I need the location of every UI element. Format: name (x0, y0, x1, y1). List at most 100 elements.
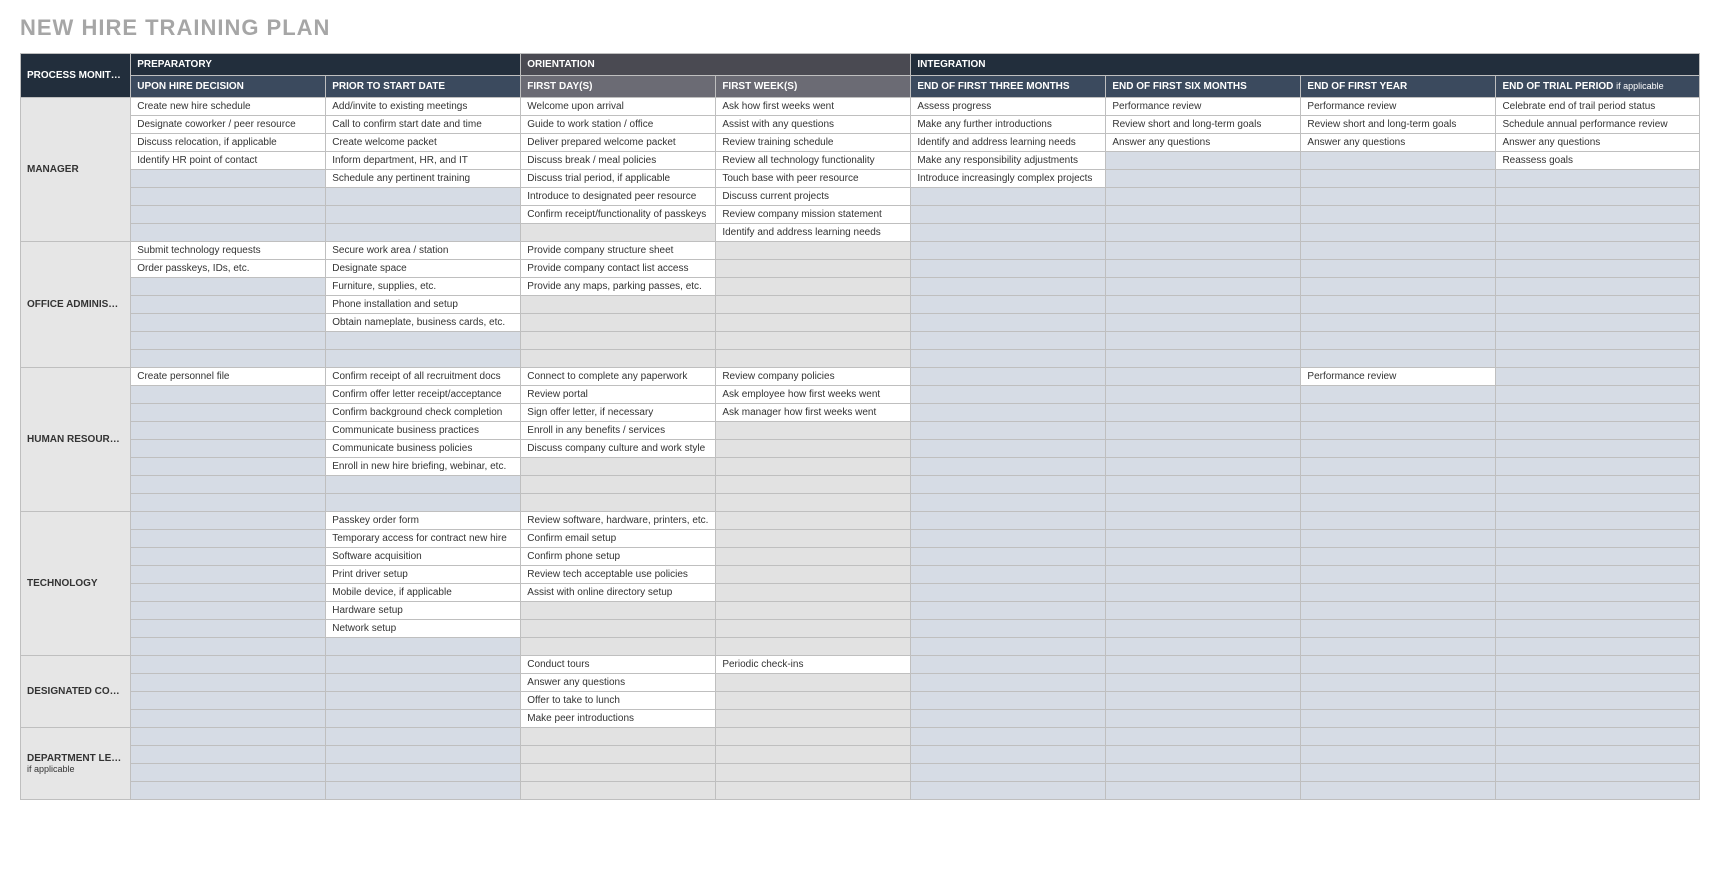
plan-cell (1106, 458, 1301, 476)
plan-cell (131, 566, 326, 584)
table-row (21, 782, 1700, 800)
table-row: Schedule any pertinent trainingDiscuss t… (21, 170, 1700, 188)
plan-cell (326, 350, 521, 368)
plan-cell (326, 674, 521, 692)
table-row: OFFICE ADMINISTRATORSubmit technology re… (21, 242, 1700, 260)
plan-cell: Review tech acceptable use policies (521, 566, 716, 584)
table-row: Communicate business policiesDiscuss com… (21, 440, 1700, 458)
plan-cell: Discuss company culture and work style (521, 440, 716, 458)
plan-cell (716, 692, 911, 710)
plan-cell: Temporary access for contract new hire (326, 530, 521, 548)
plan-cell (716, 764, 911, 782)
plan-cell: Assist with any questions (716, 116, 911, 134)
plan-cell: Confirm receipt/functionality of passkey… (521, 206, 716, 224)
plan-cell (1301, 476, 1496, 494)
plan-cell: Discuss break / meal policies (521, 152, 716, 170)
plan-cell (131, 296, 326, 314)
plan-cell (1301, 656, 1496, 674)
plan-cell (1301, 422, 1496, 440)
plan-cell (716, 530, 911, 548)
plan-cell (131, 602, 326, 620)
plan-cell: Performance review (1106, 98, 1301, 116)
plan-cell (1106, 332, 1301, 350)
plan-cell (911, 530, 1106, 548)
plan-cell (131, 386, 326, 404)
plan-cell (521, 224, 716, 242)
table-row: Introduce to designated peer resourceDis… (21, 188, 1700, 206)
table-row: Make peer introductions (21, 710, 1700, 728)
plan-cell (131, 782, 326, 800)
plan-cell (1496, 764, 1700, 782)
plan-cell (716, 746, 911, 764)
plan-cell: Network setup (326, 620, 521, 638)
corner-header: PROCESS MONITOR / MENTOR (21, 54, 131, 98)
table-row: DESIGNATED COWORKER / PEER RESOURCECondu… (21, 656, 1700, 674)
plan-cell (1301, 350, 1496, 368)
plan-cell (131, 188, 326, 206)
plan-cell (131, 440, 326, 458)
plan-cell (521, 782, 716, 800)
plan-cell (911, 332, 1106, 350)
plan-cell (1496, 458, 1700, 476)
plan-cell (131, 620, 326, 638)
col-six-months: END OF FIRST SIX MONTHS (1106, 76, 1301, 98)
plan-cell (1106, 188, 1301, 206)
plan-cell: Furniture, supplies, etc. (326, 278, 521, 296)
plan-cell: Confirm background check completion (326, 404, 521, 422)
plan-cell: Order passkeys, IDs, etc. (131, 260, 326, 278)
plan-cell: Provide any maps, parking passes, etc. (521, 278, 716, 296)
table-row: DEPARTMENT LEADif applicable (21, 728, 1700, 746)
plan-cell (131, 476, 326, 494)
plan-cell: Review company policies (716, 368, 911, 386)
plan-cell: Reassess goals (1496, 152, 1700, 170)
plan-cell: Identify and address learning needs (716, 224, 911, 242)
plan-cell (716, 278, 911, 296)
plan-cell: Ask manager how first weeks went (716, 404, 911, 422)
plan-cell (521, 764, 716, 782)
plan-cell (716, 476, 911, 494)
plan-cell: Confirm receipt of all recruitment docs (326, 368, 521, 386)
plan-cell (1106, 170, 1301, 188)
table-row: Network setup (21, 620, 1700, 638)
plan-cell (521, 314, 716, 332)
plan-cell: Review all technology functionality (716, 152, 911, 170)
plan-cell (1106, 512, 1301, 530)
plan-cell (1301, 188, 1496, 206)
plan-cell: Touch base with peer resource (716, 170, 911, 188)
plan-cell (1106, 278, 1301, 296)
plan-cell (1301, 296, 1496, 314)
plan-cell: Software acquisition (326, 548, 521, 566)
plan-cell (1301, 638, 1496, 656)
plan-cell (326, 710, 521, 728)
plan-cell (1301, 512, 1496, 530)
plan-cell (1301, 170, 1496, 188)
plan-cell: Assess progress (911, 98, 1106, 116)
plan-cell (131, 314, 326, 332)
table-row (21, 746, 1700, 764)
plan-cell (131, 494, 326, 512)
plan-cell (1496, 404, 1700, 422)
plan-cell (1106, 368, 1301, 386)
plan-cell (1106, 782, 1301, 800)
table-row: TECHNOLOGYPasskey order formReview softw… (21, 512, 1700, 530)
plan-cell (1106, 260, 1301, 278)
plan-cell (1301, 260, 1496, 278)
plan-cell (1496, 692, 1700, 710)
plan-cell (1106, 602, 1301, 620)
table-row (21, 764, 1700, 782)
plan-cell (326, 764, 521, 782)
plan-cell (1106, 296, 1301, 314)
plan-cell (911, 512, 1106, 530)
plan-cell (1106, 566, 1301, 584)
plan-cell: Discuss trial period, if applicable (521, 170, 716, 188)
table-row: Mobile device, if applicableAssist with … (21, 584, 1700, 602)
plan-cell (1106, 692, 1301, 710)
plan-cell (131, 674, 326, 692)
plan-cell (1496, 782, 1700, 800)
plan-cell (1496, 530, 1700, 548)
plan-cell (716, 422, 911, 440)
plan-cell (1496, 656, 1700, 674)
plan-cell (326, 224, 521, 242)
plan-cell: Review company mission statement (716, 206, 911, 224)
plan-cell (521, 332, 716, 350)
